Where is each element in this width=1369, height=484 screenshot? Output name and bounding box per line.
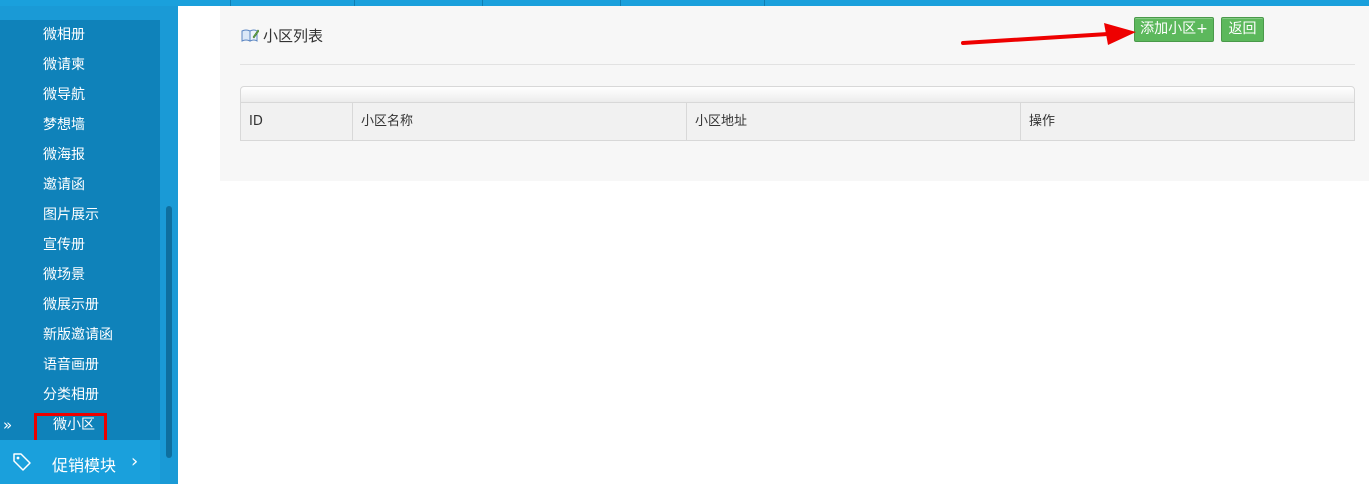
sidebar-item-category-album[interactable]: 分类相册 — [0, 380, 160, 410]
column-header-name: 小区名称 — [353, 103, 687, 140]
chevron-right-icon: › — [131, 451, 139, 472]
sidebar-item-image-display[interactable]: 图片展示 — [0, 200, 160, 230]
sidebar-item-navigation[interactable]: 微导航 — [0, 80, 160, 110]
sidebar-item-dream-wall[interactable]: 梦想墙 — [0, 110, 160, 140]
sidebar-scrollbar[interactable] — [166, 206, 172, 458]
sidebar-item-brochure[interactable]: 宣传册 — [0, 230, 160, 260]
column-header-actions: 操作 — [1029, 114, 1056, 129]
sidebar-item-label: 微小区 — [53, 417, 95, 433]
sidebar-group-promotion[interactable]: 促销模块 › — [0, 440, 160, 484]
sidebar-group-label: 促销模块 — [52, 456, 117, 475]
sidebar-item-new-invitation[interactable]: 新版邀请函 — [0, 320, 160, 350]
title-divider — [240, 64, 1355, 65]
sidebar-item-invitation-letter[interactable]: 邀请函 — [0, 170, 160, 200]
sidebar-item-scene[interactable]: 微场景 — [0, 260, 160, 290]
sidebar-submenu: 微相册 微请柬 微导航 梦想墙 微海报 邀请函 图片展示 宣传册 微场景 微展示… — [0, 20, 160, 445]
sidebar-item-showcase[interactable]: 微展示册 — [0, 290, 160, 320]
sidebar: 微相册 微请柬 微导航 梦想墙 微海报 邀请函 图片展示 宣传册 微场景 微展示… — [0, 6, 178, 484]
add-community-button[interactable]: 添加小区+ — [1134, 17, 1214, 42]
table-toolbar — [240, 86, 1355, 103]
back-button[interactable]: 返回 — [1221, 17, 1264, 42]
sidebar-item-invitation-card[interactable]: 微请柬 — [0, 50, 160, 80]
book-edit-icon — [241, 29, 259, 42]
tag-icon — [13, 453, 31, 471]
sidebar-item-voice-album[interactable]: 语音画册 — [0, 350, 160, 380]
double-chevron-right-icon: » — [3, 416, 13, 434]
sidebar-item-album[interactable]: 微相册 — [0, 20, 160, 50]
page-title: 小区列表 — [263, 27, 324, 45]
annotation-arrow-icon — [961, 23, 1136, 45]
column-header-id: ID — [241, 103, 353, 140]
community-table-header: ID 小区名称 小区地址 操作 — [240, 103, 1355, 141]
sidebar-item-community[interactable]: » 微小区 — [0, 410, 160, 445]
sidebar-item-poster[interactable]: 微海报 — [0, 140, 160, 170]
column-header-address: 小区地址 — [687, 103, 1021, 140]
